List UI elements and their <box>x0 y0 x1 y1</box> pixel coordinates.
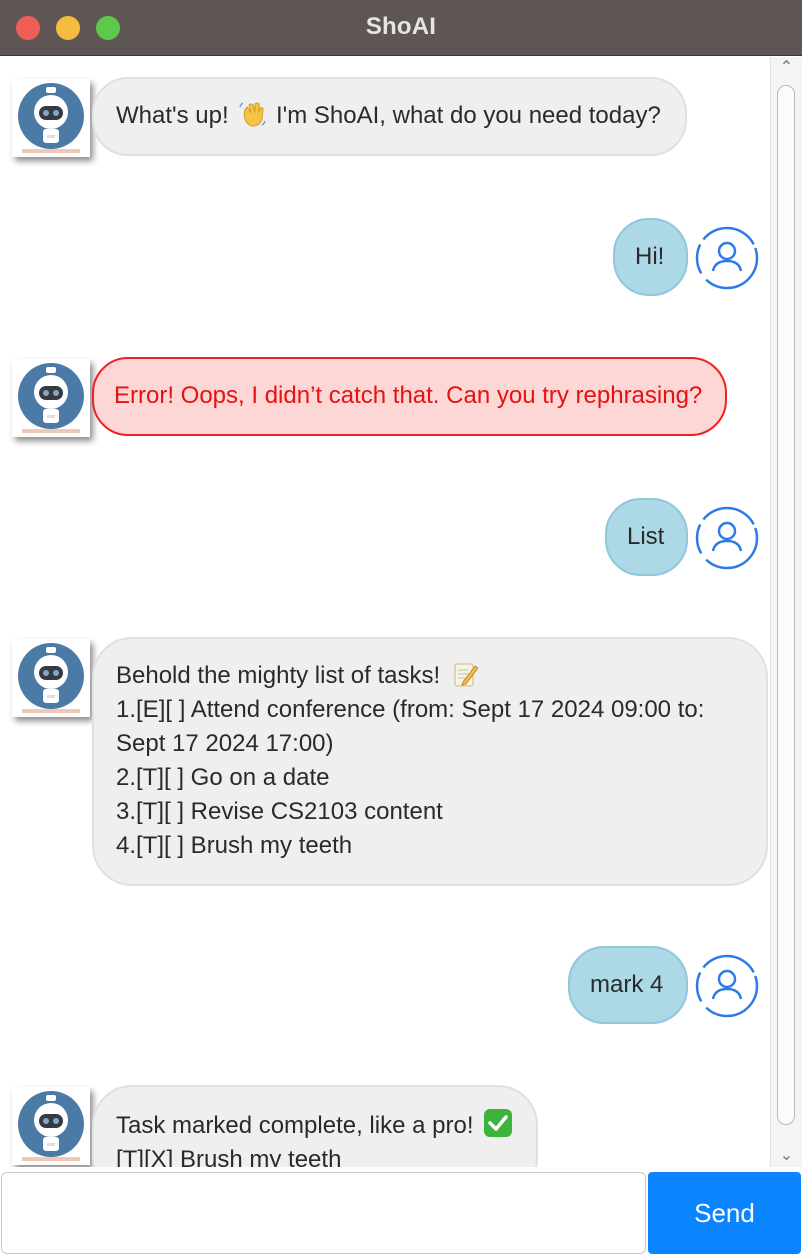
user-message-text: Hi! <box>635 243 665 270</box>
title-bar: ShoAI <box>0 0 802 56</box>
task-list-item: Sept 17 2024 17:00) <box>116 730 334 757</box>
input-bar: Send <box>0 1168 802 1256</box>
error-message-bubble: Error! Oops, I didn’t catch that. Can yo… <box>92 357 727 436</box>
check-mark-icon <box>484 1109 513 1137</box>
scrollbar-track[interactable] <box>774 83 796 1149</box>
bot-message-text: Behold the mighty list of tasks! <box>116 662 441 689</box>
user-avatar <box>695 953 761 1019</box>
chat-scroll-area[interactable]: What's up! I'm ShoAI, what do you need t… <box>0 57 770 1167</box>
error-message-text: Error! Oops, I didn’t catch that. Can yo… <box>114 382 703 409</box>
scroll-up-arrow-icon[interactable]: ⌃ <box>771 57 802 79</box>
window-title: ShoAI <box>365 13 437 40</box>
user-message-text: mark 4 <box>590 971 664 998</box>
user-message-bubble: mark 4 <box>568 946 688 1024</box>
bot-avatar <box>12 639 90 717</box>
bot-avatar <box>12 1087 90 1165</box>
bot-message-bubble: Behold the mighty list of tasks! 1.[E][ … <box>92 637 768 886</box>
user-icon <box>695 954 759 1018</box>
robot-icon <box>18 83 84 153</box>
user-icon <box>695 506 759 570</box>
bot-message-text: Task marked complete, like a pro! <box>116 1112 474 1139</box>
bot-message-text: [T][X] Brush my teeth <box>116 1146 342 1167</box>
task-list-item: 4.[T][ ] Brush my teeth <box>116 832 353 859</box>
memo-icon <box>454 663 479 687</box>
user-message-bubble: List <box>605 498 688 576</box>
user-message-text: List <box>627 523 665 550</box>
bot-message-bubble: What's up! I'm ShoAI, what do you need t… <box>92 77 687 156</box>
robot-icon <box>18 363 84 433</box>
send-button[interactable]: Send <box>648 1172 801 1254</box>
user-message-bubble: Hi! <box>613 218 688 296</box>
robot-icon <box>18 1091 84 1161</box>
user-avatar <box>695 225 761 291</box>
bot-message-text: I'm ShoAI, what do you need today? <box>275 102 661 129</box>
bot-message-text: What's up! <box>116 102 229 129</box>
vertical-scrollbar[interactable]: ⌃ ⌄ <box>770 57 802 1167</box>
user-icon <box>695 226 759 290</box>
task-list-item: 3.[T][ ] Revise CS2103 content <box>116 798 443 825</box>
bot-message-bubble: Task marked complete, like a pro! [T][X]… <box>92 1085 538 1167</box>
bot-avatar <box>12 79 90 157</box>
bot-avatar <box>12 359 90 437</box>
user-avatar <box>695 505 761 571</box>
message-input[interactable] <box>1 1172 646 1254</box>
scroll-down-arrow-icon[interactable]: ⌄ <box>771 1145 802 1167</box>
waving-hand-icon <box>239 102 267 127</box>
robot-icon <box>18 643 84 713</box>
scrollbar-thumb[interactable] <box>777 85 795 1125</box>
task-list-item: 1.[E][ ] Attend conference (from: Sept 1… <box>116 696 705 723</box>
task-list-item: 2.[T][ ] Go on a date <box>116 764 330 791</box>
